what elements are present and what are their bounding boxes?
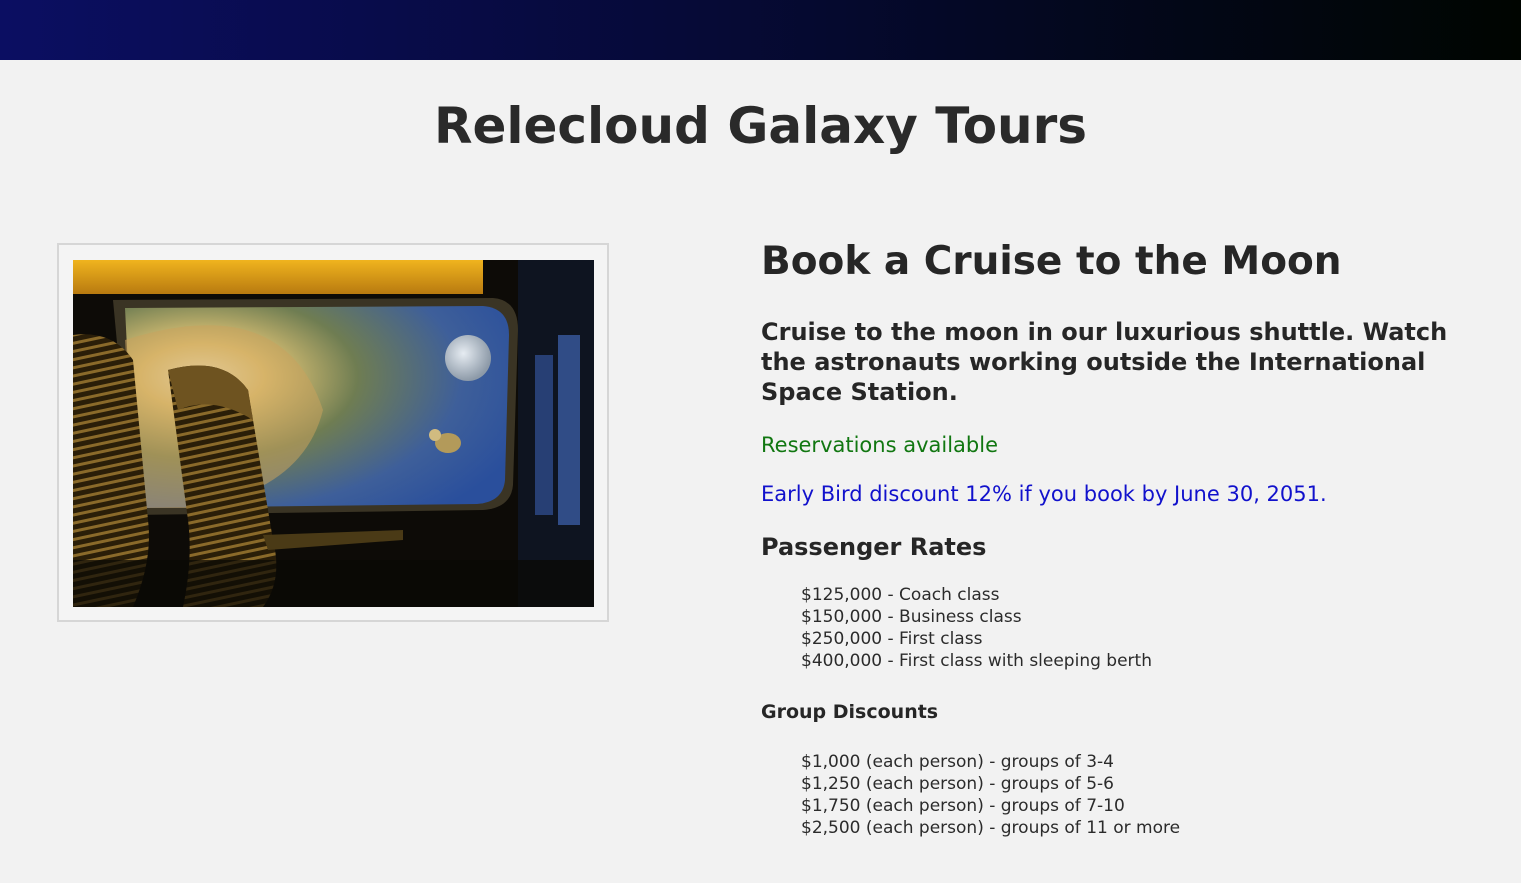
cruise-heading: Book a Cruise to the Moon xyxy=(761,239,1342,284)
group-discount-item: $2,500 (each person) - groups of 11 or m… xyxy=(801,818,1181,838)
cruise-description: Cruise to the moon in our luxurious shut… xyxy=(761,318,1448,406)
rate-item: $125,000 - Coach class xyxy=(801,585,1000,605)
photo-frame xyxy=(57,243,609,622)
group-discount-item: $1,250 (each person) - groups of 5-6 xyxy=(801,774,1114,794)
shuttle-window-photo xyxy=(73,260,594,607)
passenger-rates-heading: Passenger Rates xyxy=(761,533,987,561)
group-discount-item: $1,000 (each person) - groups of 3-4 xyxy=(801,752,1114,772)
rate-item: $400,000 - First class with sleeping ber… xyxy=(801,651,1152,671)
availability-status: Reservations available xyxy=(761,433,998,457)
group-discount-item: $1,750 (each person) - groups of 7-10 xyxy=(801,796,1125,816)
rate-item: $250,000 - First class xyxy=(801,629,983,649)
group-discounts-list: $1,000 (each person) - groups of 3-4 $1,… xyxy=(801,751,1481,839)
group-discounts-heading: Group Discounts xyxy=(761,701,939,723)
rate-item: $150,000 - Business class xyxy=(801,607,1022,627)
early-bird-discount: Early Bird discount 12% if you book by J… xyxy=(761,482,1327,506)
site-title: Relecloud Galaxy Tours xyxy=(433,97,1088,155)
passenger-rates-list: $125,000 - Coach class $150,000 - Busine… xyxy=(801,584,1481,672)
top-banner xyxy=(0,0,1521,60)
cruise-details: Book a Cruise to the Moon Cruise to the … xyxy=(761,235,1481,839)
